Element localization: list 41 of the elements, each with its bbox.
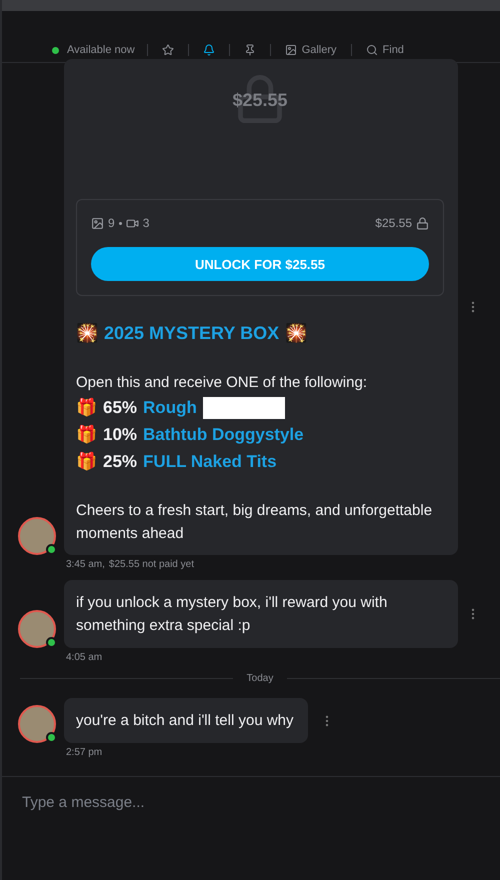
star-icon	[162, 44, 174, 56]
message-text: Open this and receive ONE of the following:	[76, 373, 368, 393]
video-icon	[126, 217, 139, 230]
bell-icon	[202, 44, 215, 56]
title-emoji: 🎇	[285, 322, 308, 345]
search-icon	[366, 44, 378, 56]
pin-icon	[244, 44, 256, 56]
photo-icon	[91, 217, 104, 230]
percent-text: 65%	[103, 397, 138, 419]
title-emoji: 🎇	[76, 322, 98, 345]
find-button[interactable]: Find	[352, 44, 418, 56]
gallery-button[interactable]: Gallery	[270, 44, 352, 56]
percent-text: 25%	[103, 451, 138, 473]
payment-status: $25.55 not paid yet	[108, 559, 194, 570]
percent-text: 10%	[103, 424, 138, 446]
prize-text: FULL Naked Tits	[143, 451, 277, 473]
date-divider: Today	[246, 673, 274, 684]
message-input[interactable]: Type a message...	[20, 793, 482, 812]
avatar[interactable]	[18, 610, 56, 648]
locked-price: $25.55	[232, 89, 288, 112]
avatar[interactable]	[18, 517, 56, 555]
message-text: you're a bitch and i'll tell you why	[76, 711, 294, 731]
gift-emoji: 🎁	[76, 450, 97, 473]
media-price: $25.55	[375, 215, 412, 232]
gift-emoji: 🎁	[76, 396, 97, 419]
message-time: 2:57 pm	[66, 747, 102, 758]
status-text: Available now	[52, 44, 148, 56]
message-title: 2025 MYSTERY BOX	[104, 322, 280, 345]
message-time: 3:45 am,	[66, 559, 105, 570]
prize-text: Rough	[143, 397, 197, 419]
separator-dot-icon	[118, 222, 122, 225]
prize-text: Bathtub Doggystyle	[143, 424, 304, 446]
video-count: 3	[142, 215, 150, 232]
avatar[interactable]	[18, 705, 56, 743]
message-time: 4:05 am	[66, 652, 102, 663]
image-icon	[284, 44, 297, 56]
gift-emoji: 🎁	[76, 424, 97, 446]
photo-count: 9	[108, 215, 115, 232]
message-text: if you unlock a mystery box, i'll reward you with something extra special :p	[76, 593, 388, 636]
message-text: Cheers to a fresh start, big dreams, and unforgettable moments ahead	[76, 501, 434, 544]
lock-icon	[416, 217, 429, 230]
